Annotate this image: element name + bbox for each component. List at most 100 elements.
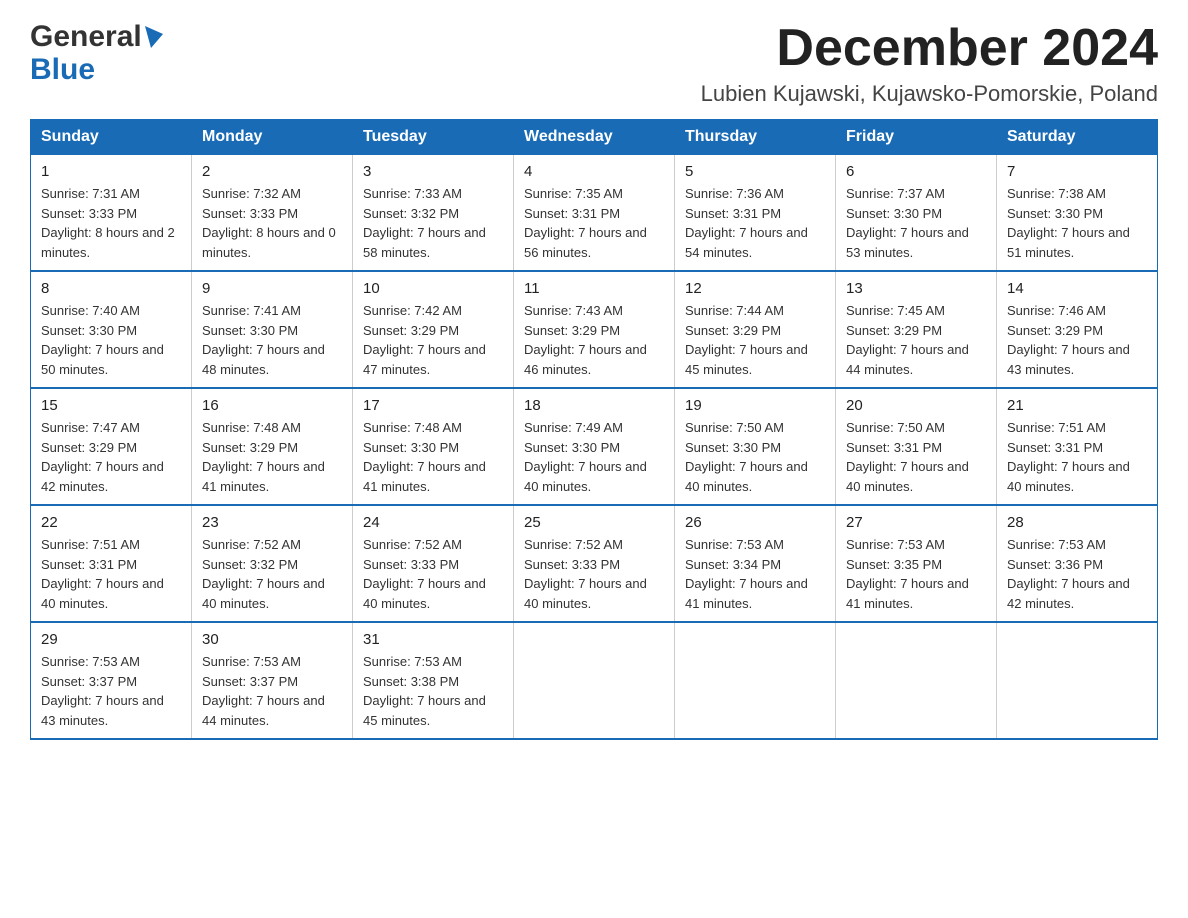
day-number: 24 [363, 514, 503, 531]
calendar-week-row: 8 Sunrise: 7:40 AMSunset: 3:30 PMDayligh… [31, 271, 1158, 388]
logo-general-text: General [30, 20, 142, 53]
logo: General Blue [30, 20, 163, 86]
day-number: 10 [363, 280, 503, 297]
header-saturday: Saturday [997, 120, 1158, 155]
calendar-day-cell: 12 Sunrise: 7:44 AMSunset: 3:29 PMDaylig… [675, 271, 836, 388]
calendar-day-cell: 26 Sunrise: 7:53 AMSunset: 3:34 PMDaylig… [675, 505, 836, 622]
logo-blue-text: Blue [30, 53, 163, 86]
calendar-day-cell: 16 Sunrise: 7:48 AMSunset: 3:29 PMDaylig… [192, 388, 353, 505]
day-number: 20 [846, 397, 986, 414]
day-number: 30 [202, 631, 342, 648]
day-info: Sunrise: 7:45 AMSunset: 3:29 PMDaylight:… [846, 301, 986, 379]
calendar-day-cell: 1 Sunrise: 7:31 AMSunset: 3:33 PMDayligh… [31, 155, 192, 272]
day-number: 27 [846, 514, 986, 531]
day-number: 13 [846, 280, 986, 297]
weekday-header-row: Sunday Monday Tuesday Wednesday Thursday… [31, 120, 1158, 155]
calendar-day-cell: 25 Sunrise: 7:52 AMSunset: 3:33 PMDaylig… [514, 505, 675, 622]
day-number: 23 [202, 514, 342, 531]
calendar-day-cell [675, 622, 836, 739]
day-number: 6 [846, 163, 986, 180]
day-info: Sunrise: 7:44 AMSunset: 3:29 PMDaylight:… [685, 301, 825, 379]
day-number: 26 [685, 514, 825, 531]
day-number: 14 [1007, 280, 1147, 297]
day-info: Sunrise: 7:36 AMSunset: 3:31 PMDaylight:… [685, 184, 825, 262]
calendar-day-cell: 30 Sunrise: 7:53 AMSunset: 3:37 PMDaylig… [192, 622, 353, 739]
day-info: Sunrise: 7:43 AMSunset: 3:29 PMDaylight:… [524, 301, 664, 379]
day-number: 19 [685, 397, 825, 414]
day-info: Sunrise: 7:50 AMSunset: 3:30 PMDaylight:… [685, 418, 825, 496]
header-wednesday: Wednesday [514, 120, 675, 155]
title-block: December 2024 Lubien Kujawski, Kujawsko-… [701, 20, 1158, 107]
day-info: Sunrise: 7:53 AMSunset: 3:37 PMDaylight:… [41, 652, 181, 730]
day-number: 17 [363, 397, 503, 414]
page-header: General Blue December 2024 Lubien Kujaws… [30, 20, 1158, 107]
day-info: Sunrise: 7:53 AMSunset: 3:34 PMDaylight:… [685, 535, 825, 613]
location-subtitle: Lubien Kujawski, Kujawsko-Pomorskie, Pol… [701, 81, 1158, 107]
day-info: Sunrise: 7:33 AMSunset: 3:32 PMDaylight:… [363, 184, 503, 262]
day-info: Sunrise: 7:37 AMSunset: 3:30 PMDaylight:… [846, 184, 986, 262]
day-number: 11 [524, 280, 664, 297]
header-thursday: Thursday [675, 120, 836, 155]
calendar-day-cell: 22 Sunrise: 7:51 AMSunset: 3:31 PMDaylig… [31, 505, 192, 622]
calendar-day-cell: 21 Sunrise: 7:51 AMSunset: 3:31 PMDaylig… [997, 388, 1158, 505]
day-info: Sunrise: 7:53 AMSunset: 3:36 PMDaylight:… [1007, 535, 1147, 613]
calendar-day-cell [514, 622, 675, 739]
calendar-day-cell: 4 Sunrise: 7:35 AMSunset: 3:31 PMDayligh… [514, 155, 675, 272]
calendar-day-cell: 10 Sunrise: 7:42 AMSunset: 3:29 PMDaylig… [353, 271, 514, 388]
calendar-week-row: 15 Sunrise: 7:47 AMSunset: 3:29 PMDaylig… [31, 388, 1158, 505]
day-number: 15 [41, 397, 181, 414]
header-tuesday: Tuesday [353, 120, 514, 155]
calendar-day-cell: 8 Sunrise: 7:40 AMSunset: 3:30 PMDayligh… [31, 271, 192, 388]
calendar-day-cell: 27 Sunrise: 7:53 AMSunset: 3:35 PMDaylig… [836, 505, 997, 622]
day-info: Sunrise: 7:31 AMSunset: 3:33 PMDaylight:… [41, 184, 181, 262]
day-number: 16 [202, 397, 342, 414]
calendar-day-cell [836, 622, 997, 739]
calendar-day-cell: 18 Sunrise: 7:49 AMSunset: 3:30 PMDaylig… [514, 388, 675, 505]
day-info: Sunrise: 7:48 AMSunset: 3:30 PMDaylight:… [363, 418, 503, 496]
day-number: 7 [1007, 163, 1147, 180]
day-info: Sunrise: 7:52 AMSunset: 3:32 PMDaylight:… [202, 535, 342, 613]
day-info: Sunrise: 7:52 AMSunset: 3:33 PMDaylight:… [524, 535, 664, 613]
calendar-day-cell: 7 Sunrise: 7:38 AMSunset: 3:30 PMDayligh… [997, 155, 1158, 272]
day-number: 12 [685, 280, 825, 297]
calendar-day-cell: 13 Sunrise: 7:45 AMSunset: 3:29 PMDaylig… [836, 271, 997, 388]
calendar-day-cell: 2 Sunrise: 7:32 AMSunset: 3:33 PMDayligh… [192, 155, 353, 272]
calendar-week-row: 29 Sunrise: 7:53 AMSunset: 3:37 PMDaylig… [31, 622, 1158, 739]
calendar-day-cell: 20 Sunrise: 7:50 AMSunset: 3:31 PMDaylig… [836, 388, 997, 505]
day-info: Sunrise: 7:38 AMSunset: 3:30 PMDaylight:… [1007, 184, 1147, 262]
day-number: 28 [1007, 514, 1147, 531]
month-title: December 2024 [701, 20, 1158, 77]
calendar-header: Sunday Monday Tuesday Wednesday Thursday… [31, 120, 1158, 155]
day-info: Sunrise: 7:46 AMSunset: 3:29 PMDaylight:… [1007, 301, 1147, 379]
calendar-day-cell: 11 Sunrise: 7:43 AMSunset: 3:29 PMDaylig… [514, 271, 675, 388]
day-info: Sunrise: 7:53 AMSunset: 3:35 PMDaylight:… [846, 535, 986, 613]
day-info: Sunrise: 7:49 AMSunset: 3:30 PMDaylight:… [524, 418, 664, 496]
day-info: Sunrise: 7:42 AMSunset: 3:29 PMDaylight:… [363, 301, 503, 379]
header-friday: Friday [836, 120, 997, 155]
calendar-day-cell: 29 Sunrise: 7:53 AMSunset: 3:37 PMDaylig… [31, 622, 192, 739]
calendar-table: Sunday Monday Tuesday Wednesday Thursday… [30, 119, 1158, 740]
calendar-day-cell: 3 Sunrise: 7:33 AMSunset: 3:32 PMDayligh… [353, 155, 514, 272]
day-number: 8 [41, 280, 181, 297]
day-info: Sunrise: 7:47 AMSunset: 3:29 PMDaylight:… [41, 418, 181, 496]
calendar-week-row: 1 Sunrise: 7:31 AMSunset: 3:33 PMDayligh… [31, 155, 1158, 272]
calendar-day-cell: 23 Sunrise: 7:52 AMSunset: 3:32 PMDaylig… [192, 505, 353, 622]
calendar-day-cell: 31 Sunrise: 7:53 AMSunset: 3:38 PMDaylig… [353, 622, 514, 739]
calendar-day-cell: 6 Sunrise: 7:37 AMSunset: 3:30 PMDayligh… [836, 155, 997, 272]
day-info: Sunrise: 7:32 AMSunset: 3:33 PMDaylight:… [202, 184, 342, 262]
day-info: Sunrise: 7:53 AMSunset: 3:38 PMDaylight:… [363, 652, 503, 730]
day-info: Sunrise: 7:48 AMSunset: 3:29 PMDaylight:… [202, 418, 342, 496]
logo-triangle-icon [145, 26, 163, 48]
day-number: 25 [524, 514, 664, 531]
calendar-day-cell: 9 Sunrise: 7:41 AMSunset: 3:30 PMDayligh… [192, 271, 353, 388]
day-number: 18 [524, 397, 664, 414]
calendar-day-cell: 15 Sunrise: 7:47 AMSunset: 3:29 PMDaylig… [31, 388, 192, 505]
calendar-week-row: 22 Sunrise: 7:51 AMSunset: 3:31 PMDaylig… [31, 505, 1158, 622]
day-number: 31 [363, 631, 503, 648]
day-number: 3 [363, 163, 503, 180]
day-info: Sunrise: 7:51 AMSunset: 3:31 PMDaylight:… [41, 535, 181, 613]
calendar-day-cell: 19 Sunrise: 7:50 AMSunset: 3:30 PMDaylig… [675, 388, 836, 505]
day-number: 4 [524, 163, 664, 180]
day-info: Sunrise: 7:51 AMSunset: 3:31 PMDaylight:… [1007, 418, 1147, 496]
day-number: 9 [202, 280, 342, 297]
